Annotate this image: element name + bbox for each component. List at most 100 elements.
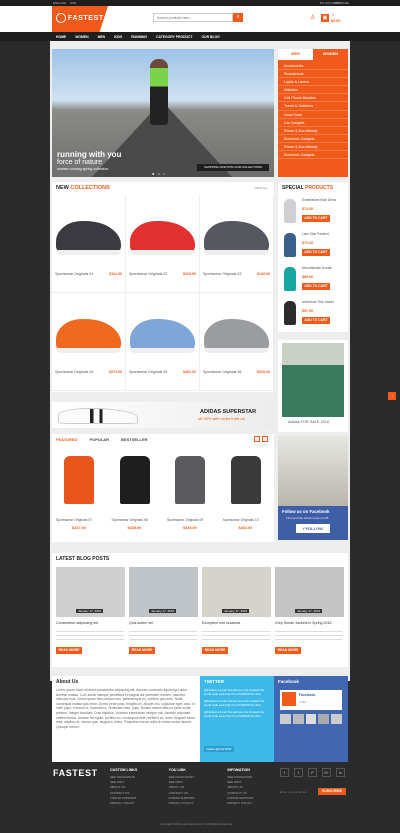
search-input[interactable] bbox=[153, 13, 233, 22]
read-more-button[interactable]: READ MORE bbox=[275, 647, 301, 654]
category-item[interactable]: Watches bbox=[278, 86, 348, 95]
adidas-promo-banner[interactable]: ADIDAS SUPERSTAR off 50% with order from… bbox=[52, 402, 274, 428]
special-product-name[interactable]: Adventure Trek Jacket bbox=[302, 300, 346, 304]
blog-post-title[interactable]: Excepteur sint occaecat bbox=[202, 621, 240, 625]
social-icon[interactable]: in bbox=[336, 768, 345, 777]
featured-name[interactable]: Sportswear Originals 09 bbox=[167, 518, 203, 522]
add-to-cart-button[interactable]: ADD TO CART bbox=[302, 283, 330, 290]
product-card[interactable]: Sportswear Originals 02 $315.00 bbox=[126, 195, 200, 293]
product-card[interactable]: Sportswear Originals 03 $133.00 bbox=[200, 195, 274, 293]
special-product[interactable]: Adventure Trek Jacket $97.00 ADD TO CART bbox=[278, 298, 348, 332]
product-card[interactable]: Sportswear Originals 01 $112.00 bbox=[52, 195, 126, 293]
product-card[interactable]: Sportswear Originals 06 $315.00 bbox=[200, 293, 274, 391]
logo-block[interactable]: FASTEST bbox=[52, 6, 108, 32]
add-to-cart-button[interactable]: ADD TO CART bbox=[302, 317, 330, 324]
footer-link[interactable]: PRIVACY POLICY bbox=[227, 801, 280, 806]
cart-icon[interactable]: ▣ bbox=[321, 14, 329, 22]
add-to-cart-button[interactable]: ADD TO CART bbox=[302, 249, 330, 256]
nav-item-3[interactable]: KIDS bbox=[114, 35, 122, 39]
compare-link[interactable]: COMPARE bbox=[334, 1, 349, 5]
featured-card[interactable]: Sportswear Originals 07 $227.00 bbox=[52, 446, 107, 540]
product-name[interactable]: Sportswear Originals 01 bbox=[55, 272, 93, 276]
featured-price: $325.00 bbox=[183, 526, 197, 530]
facebook-page-card[interactable]: Facebook 1 like bbox=[280, 690, 342, 710]
category-tab-women[interactable]: WOMEN bbox=[313, 49, 348, 60]
featured-card[interactable]: Sportswear Originals 09 $325.00 bbox=[163, 446, 218, 540]
category-item[interactable]: Car Gadgets bbox=[278, 119, 348, 127]
category-item[interactable]: Electronic Gadgets bbox=[278, 135, 348, 143]
product-name[interactable]: Sportswear Originals 03 bbox=[203, 272, 241, 276]
blog-excerpt bbox=[202, 628, 270, 642]
twitter-follow-button[interactable]: Follow @FASTEST bbox=[204, 746, 234, 752]
social-icon[interactable]: f bbox=[280, 768, 289, 777]
subscribe-button[interactable]: SUBSCRIBE bbox=[318, 788, 346, 795]
featured-name[interactable]: Sportswear Originals 08 bbox=[112, 518, 148, 522]
banner-shop-button[interactable]: SHOPPING NOW WITH OUR COLLECTIONS bbox=[197, 164, 269, 171]
product-name[interactable]: Sportswear Originals 05 bbox=[129, 370, 167, 374]
search-button[interactable]: ⌕ bbox=[233, 13, 243, 22]
logo-icon bbox=[56, 13, 66, 23]
sale-image-panel[interactable]: Adidas FOR SALE 2016 bbox=[278, 340, 348, 432]
add-to-cart-button[interactable]: ADD TO CART bbox=[302, 215, 330, 222]
featured-next-arrow[interactable]: › bbox=[262, 436, 268, 442]
facebook-follow-button[interactable]: f FOLLOW bbox=[296, 524, 330, 533]
newsletter-email-input[interactable] bbox=[280, 788, 318, 795]
footer-logo[interactable]: FASTEST bbox=[53, 768, 98, 778]
social-icon[interactable]: G+ bbox=[322, 768, 331, 777]
special-product[interactable]: Mountainside Hoodie $89.00 ADD TO CART bbox=[278, 264, 348, 298]
special-product-name[interactable]: Mountainside Hoodie bbox=[302, 266, 346, 270]
category-tab-men[interactable]: MEN bbox=[278, 49, 313, 60]
special-product[interactable]: Lace Side Paneled $72.00 ADD TO CART bbox=[278, 230, 348, 264]
read-more-button[interactable]: READ MORE bbox=[56, 647, 82, 654]
category-item[interactable]: Electronic Gadgets bbox=[278, 151, 348, 160]
product-name[interactable]: Sportswear Originals 04 bbox=[55, 370, 93, 374]
featured-card[interactable]: Sportswear Originals 10 $402.00 bbox=[219, 446, 274, 540]
featured-card[interactable]: Sportswear Originals 08 $335.00 bbox=[108, 446, 163, 540]
hero-banner[interactable]: running with you force of nature women r… bbox=[52, 49, 274, 177]
tab-featured[interactable]: FEATURED bbox=[56, 437, 77, 442]
social-icon[interactable]: t bbox=[294, 768, 303, 777]
product-name[interactable]: Sportswear Originals 06 bbox=[203, 370, 241, 374]
nav-item-1[interactable]: WOMEN bbox=[75, 35, 88, 39]
category-item[interactable]: Cell Phone Bundles bbox=[278, 94, 348, 103]
special-product-name[interactable]: Lace Side Paneled bbox=[302, 232, 346, 236]
category-item[interactable]: Travel & Outdoors bbox=[278, 102, 348, 111]
product-card[interactable]: Sportswear Originals 05 $402.00 bbox=[126, 293, 200, 391]
product-name[interactable]: Sportswear Originals 02 bbox=[129, 272, 167, 276]
category-item[interactable]: Power & Eco-friendly bbox=[278, 127, 348, 135]
featured-prev-arrow[interactable]: ‹ bbox=[254, 436, 260, 442]
read-more-button[interactable]: READ MORE bbox=[202, 647, 228, 654]
special-product-name[interactable]: Embellished Maxi Dress bbox=[302, 198, 346, 202]
category-item[interactable]: Hand Tools bbox=[278, 111, 348, 119]
category-item[interactable]: Smartphone bbox=[278, 70, 348, 79]
language-selector[interactable]: ENGLISH bbox=[53, 1, 66, 5]
special-product[interactable]: Embellished Maxi Dress $74.00 ADD TO CART bbox=[278, 196, 348, 230]
blog-post-title[interactable]: Consectetur adipiscing elit bbox=[56, 621, 98, 625]
cart-total[interactable]: $0.00 bbox=[331, 19, 341, 23]
view-all-link[interactable]: VIEW ALL bbox=[254, 186, 268, 190]
product-card[interactable]: Sportswear Originals 04 $274.00 bbox=[52, 293, 126, 391]
category-item[interactable]: Power & Eco-friendly bbox=[278, 143, 348, 152]
tab-popular[interactable]: POPULAR bbox=[89, 437, 109, 442]
social-icon[interactable]: P bbox=[308, 768, 317, 777]
nav-item-2[interactable]: MEN bbox=[98, 35, 106, 39]
category-item[interactable]: Accessories bbox=[278, 62, 348, 71]
read-more-button[interactable]: READ MORE bbox=[129, 647, 155, 654]
back-to-top-button[interactable]: ↑ bbox=[388, 392, 396, 400]
nav-item-5[interactable]: CATEGORY PRODUCT bbox=[156, 35, 192, 39]
sale-caption: Adidas FOR SALE 2016 bbox=[288, 420, 329, 424]
nav-item-0[interactable]: HOME bbox=[56, 35, 66, 39]
nav-item-6[interactable]: OUR BLOG bbox=[202, 35, 220, 39]
nav-item-4[interactable]: RUNNING bbox=[131, 35, 147, 39]
currency-selector[interactable]: USD bbox=[70, 1, 76, 5]
tab-bestseller[interactable]: BESTSELLER bbox=[121, 437, 147, 442]
blog-post-title[interactable]: Grey Suede Jackets in Spring 2016 bbox=[275, 621, 332, 625]
blog-post-title[interactable]: Quis autem vel bbox=[129, 621, 153, 625]
featured-name[interactable]: Sportswear Originals 10 bbox=[223, 518, 259, 522]
user-icon[interactable]: ♙ bbox=[310, 14, 315, 21]
category-item[interactable]: Lights & Lasers bbox=[278, 78, 348, 87]
footer-link[interactable]: PRIVACY POLICY bbox=[169, 801, 222, 806]
footer-link[interactable]: PRIVACY POLICY bbox=[110, 801, 163, 806]
featured-name[interactable]: Sportswear Originals 07 bbox=[56, 518, 92, 522]
slider-dots[interactable]: ● ○ ○ bbox=[152, 171, 166, 176]
